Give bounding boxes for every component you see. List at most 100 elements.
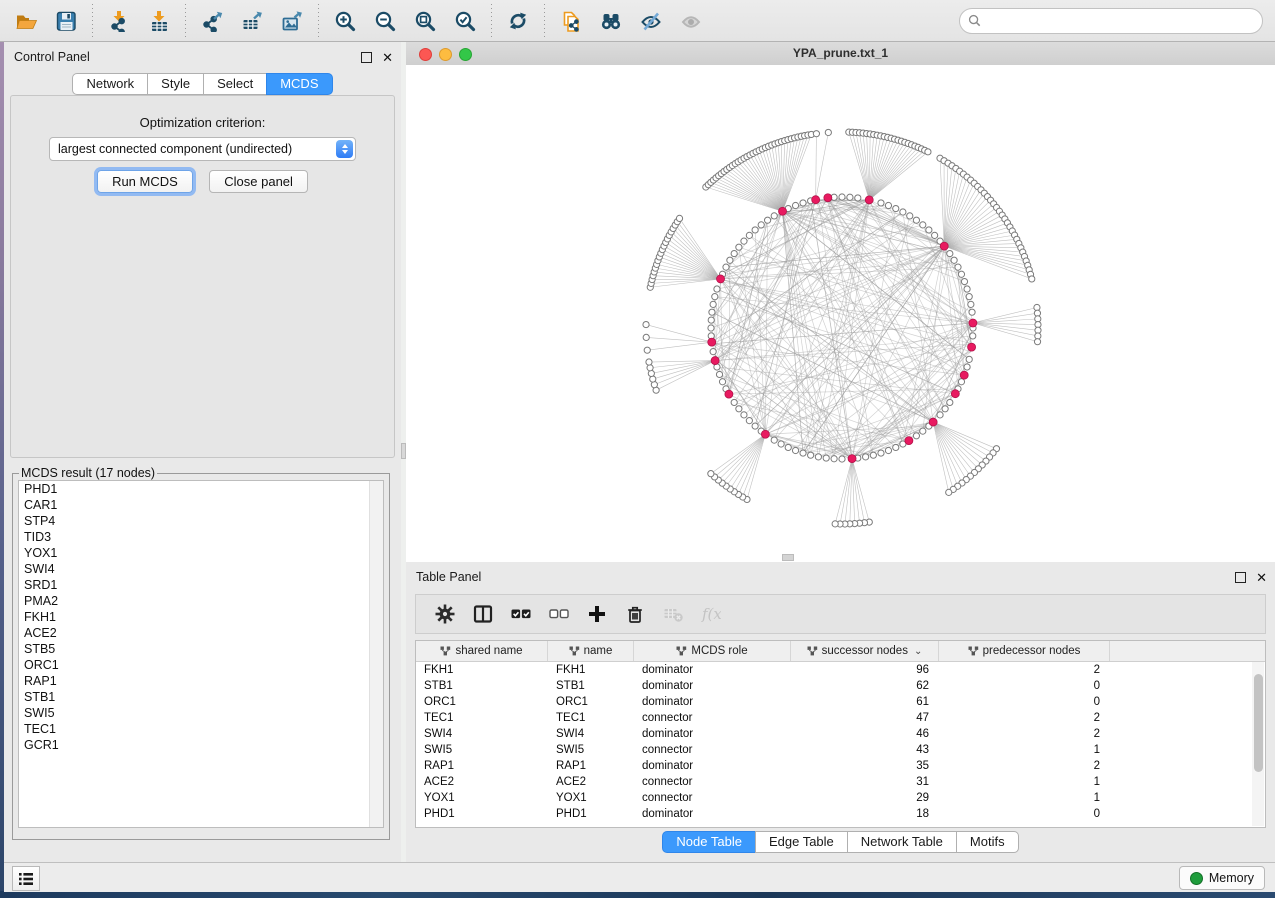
ring-node[interactable]: [937, 412, 943, 418]
mcds-result-item[interactable]: TEC1: [19, 721, 383, 737]
leaf-node[interactable]: [644, 347, 650, 353]
mcds-result-item[interactable]: YOX1: [19, 545, 383, 561]
ring-node[interactable]: [878, 200, 884, 206]
tab-mcds[interactable]: MCDS: [266, 73, 332, 95]
ring-node[interactable]: [893, 444, 899, 450]
ring-node[interactable]: [913, 217, 919, 223]
mcds-hub-node[interactable]: [812, 196, 820, 204]
ring-node[interactable]: [961, 278, 967, 284]
ring-node[interactable]: [792, 202, 798, 208]
ring-node[interactable]: [955, 264, 961, 270]
ring-node[interactable]: [839, 194, 845, 200]
ring-node[interactable]: [710, 301, 716, 307]
table-row[interactable]: TEC1TEC1connector472: [416, 710, 1265, 726]
table-cell[interactable]: 0: [939, 696, 1110, 708]
mcds-result-item[interactable]: FKH1: [19, 609, 383, 625]
ring-node[interactable]: [719, 379, 725, 385]
mcds-hub-node[interactable]: [968, 343, 976, 351]
zoom-in-button[interactable]: [325, 3, 365, 39]
table-cell[interactable]: 96: [791, 664, 939, 676]
delete-row-button[interactable]: [616, 598, 654, 630]
ring-node[interactable]: [800, 450, 806, 456]
leaf-node[interactable]: [813, 131, 819, 137]
tab-motifs[interactable]: Motifs: [956, 831, 1019, 853]
table-cell[interactable]: 18: [791, 808, 939, 820]
ring-node[interactable]: [839, 456, 845, 462]
ring-node[interactable]: [966, 356, 972, 362]
table-cell[interactable]: FKH1: [416, 664, 548, 676]
ring-node[interactable]: [885, 202, 891, 208]
ring-node[interactable]: [885, 447, 891, 453]
table-row[interactable]: ORC1ORC1dominator610: [416, 694, 1265, 710]
table-cell[interactable]: ORC1: [548, 696, 634, 708]
import-table-button[interactable]: [139, 3, 179, 39]
table-row[interactable]: ACE2ACE2connector311: [416, 774, 1265, 790]
ring-node[interactable]: [736, 244, 742, 250]
ring-node[interactable]: [727, 257, 733, 263]
network-graph[interactable]: [406, 65, 1275, 562]
table-cell[interactable]: dominator: [634, 760, 791, 772]
ring-node[interactable]: [855, 195, 861, 201]
ring-node[interactable]: [947, 399, 953, 405]
column-header-shared-name[interactable]: shared name: [416, 641, 548, 661]
mcds-hub-node[interactable]: [951, 390, 959, 398]
leaf-node[interactable]: [643, 321, 649, 327]
table-cell[interactable]: STB1: [548, 680, 634, 692]
table-scrollbar[interactable]: [1252, 662, 1264, 826]
mcds-hub-node[interactable]: [824, 194, 832, 202]
ring-node[interactable]: [792, 447, 798, 453]
hide-panel-button[interactable]: [631, 3, 671, 39]
mcds-hub-node[interactable]: [929, 418, 937, 426]
table-cell[interactable]: 0: [939, 680, 1110, 692]
table-cell[interactable]: 35: [791, 760, 939, 772]
ring-node[interactable]: [800, 200, 806, 206]
tab-style[interactable]: Style: [147, 73, 204, 95]
table-cell[interactable]: SWI4: [548, 728, 634, 740]
leaf-node[interactable]: [825, 129, 831, 135]
ring-node[interactable]: [741, 412, 747, 418]
ring-node[interactable]: [741, 238, 747, 244]
table-cell[interactable]: 61: [791, 696, 939, 708]
ring-node[interactable]: [808, 452, 814, 458]
close-table-panel-icon[interactable]: ✕: [1256, 573, 1267, 582]
table-cell[interactable]: connector: [634, 744, 791, 756]
add-row-button[interactable]: [578, 598, 616, 630]
ring-node[interactable]: [752, 423, 758, 429]
ring-node[interactable]: [823, 455, 829, 461]
table-cell[interactable]: 2: [939, 712, 1110, 724]
ring-node[interactable]: [746, 418, 752, 424]
leaf-node[interactable]: [643, 334, 649, 340]
tab-node-table[interactable]: Node Table: [662, 831, 756, 853]
table-cell[interactable]: dominator: [634, 696, 791, 708]
ring-node[interactable]: [969, 309, 975, 315]
ring-node[interactable]: [746, 232, 752, 238]
ring-node[interactable]: [716, 371, 722, 377]
table-cell[interactable]: dominator: [634, 808, 791, 820]
ring-node[interactable]: [815, 454, 821, 460]
table-cell[interactable]: 1: [939, 792, 1110, 804]
zoom-selected-button[interactable]: [445, 3, 485, 39]
leaf-node[interactable]: [648, 370, 654, 376]
table-cell[interactable]: ORC1: [416, 696, 548, 708]
mcds-hub-node[interactable]: [865, 196, 873, 204]
ring-node[interactable]: [758, 222, 764, 228]
network-canvas[interactable]: [406, 65, 1275, 562]
table-cell[interactable]: 2: [939, 760, 1110, 772]
ring-node[interactable]: [932, 232, 938, 238]
mcds-result-item[interactable]: CAR1: [19, 497, 383, 513]
search-input[interactable]: [981, 13, 1254, 29]
ring-node[interactable]: [913, 433, 919, 439]
close-panel-button[interactable]: Close panel: [209, 170, 308, 193]
table-cell[interactable]: ACE2: [416, 776, 548, 788]
ring-node[interactable]: [947, 250, 953, 256]
ring-node[interactable]: [964, 364, 970, 370]
table-cell[interactable]: 62: [791, 680, 939, 692]
zoom-out-button[interactable]: [365, 3, 405, 39]
ring-node[interactable]: [708, 325, 714, 331]
ring-node[interactable]: [863, 454, 869, 460]
table-cell[interactable]: FKH1: [548, 664, 634, 676]
ring-node[interactable]: [752, 227, 758, 233]
ring-node[interactable]: [714, 286, 720, 292]
ring-node[interactable]: [964, 286, 970, 292]
table-cell[interactable]: PHD1: [416, 808, 548, 820]
